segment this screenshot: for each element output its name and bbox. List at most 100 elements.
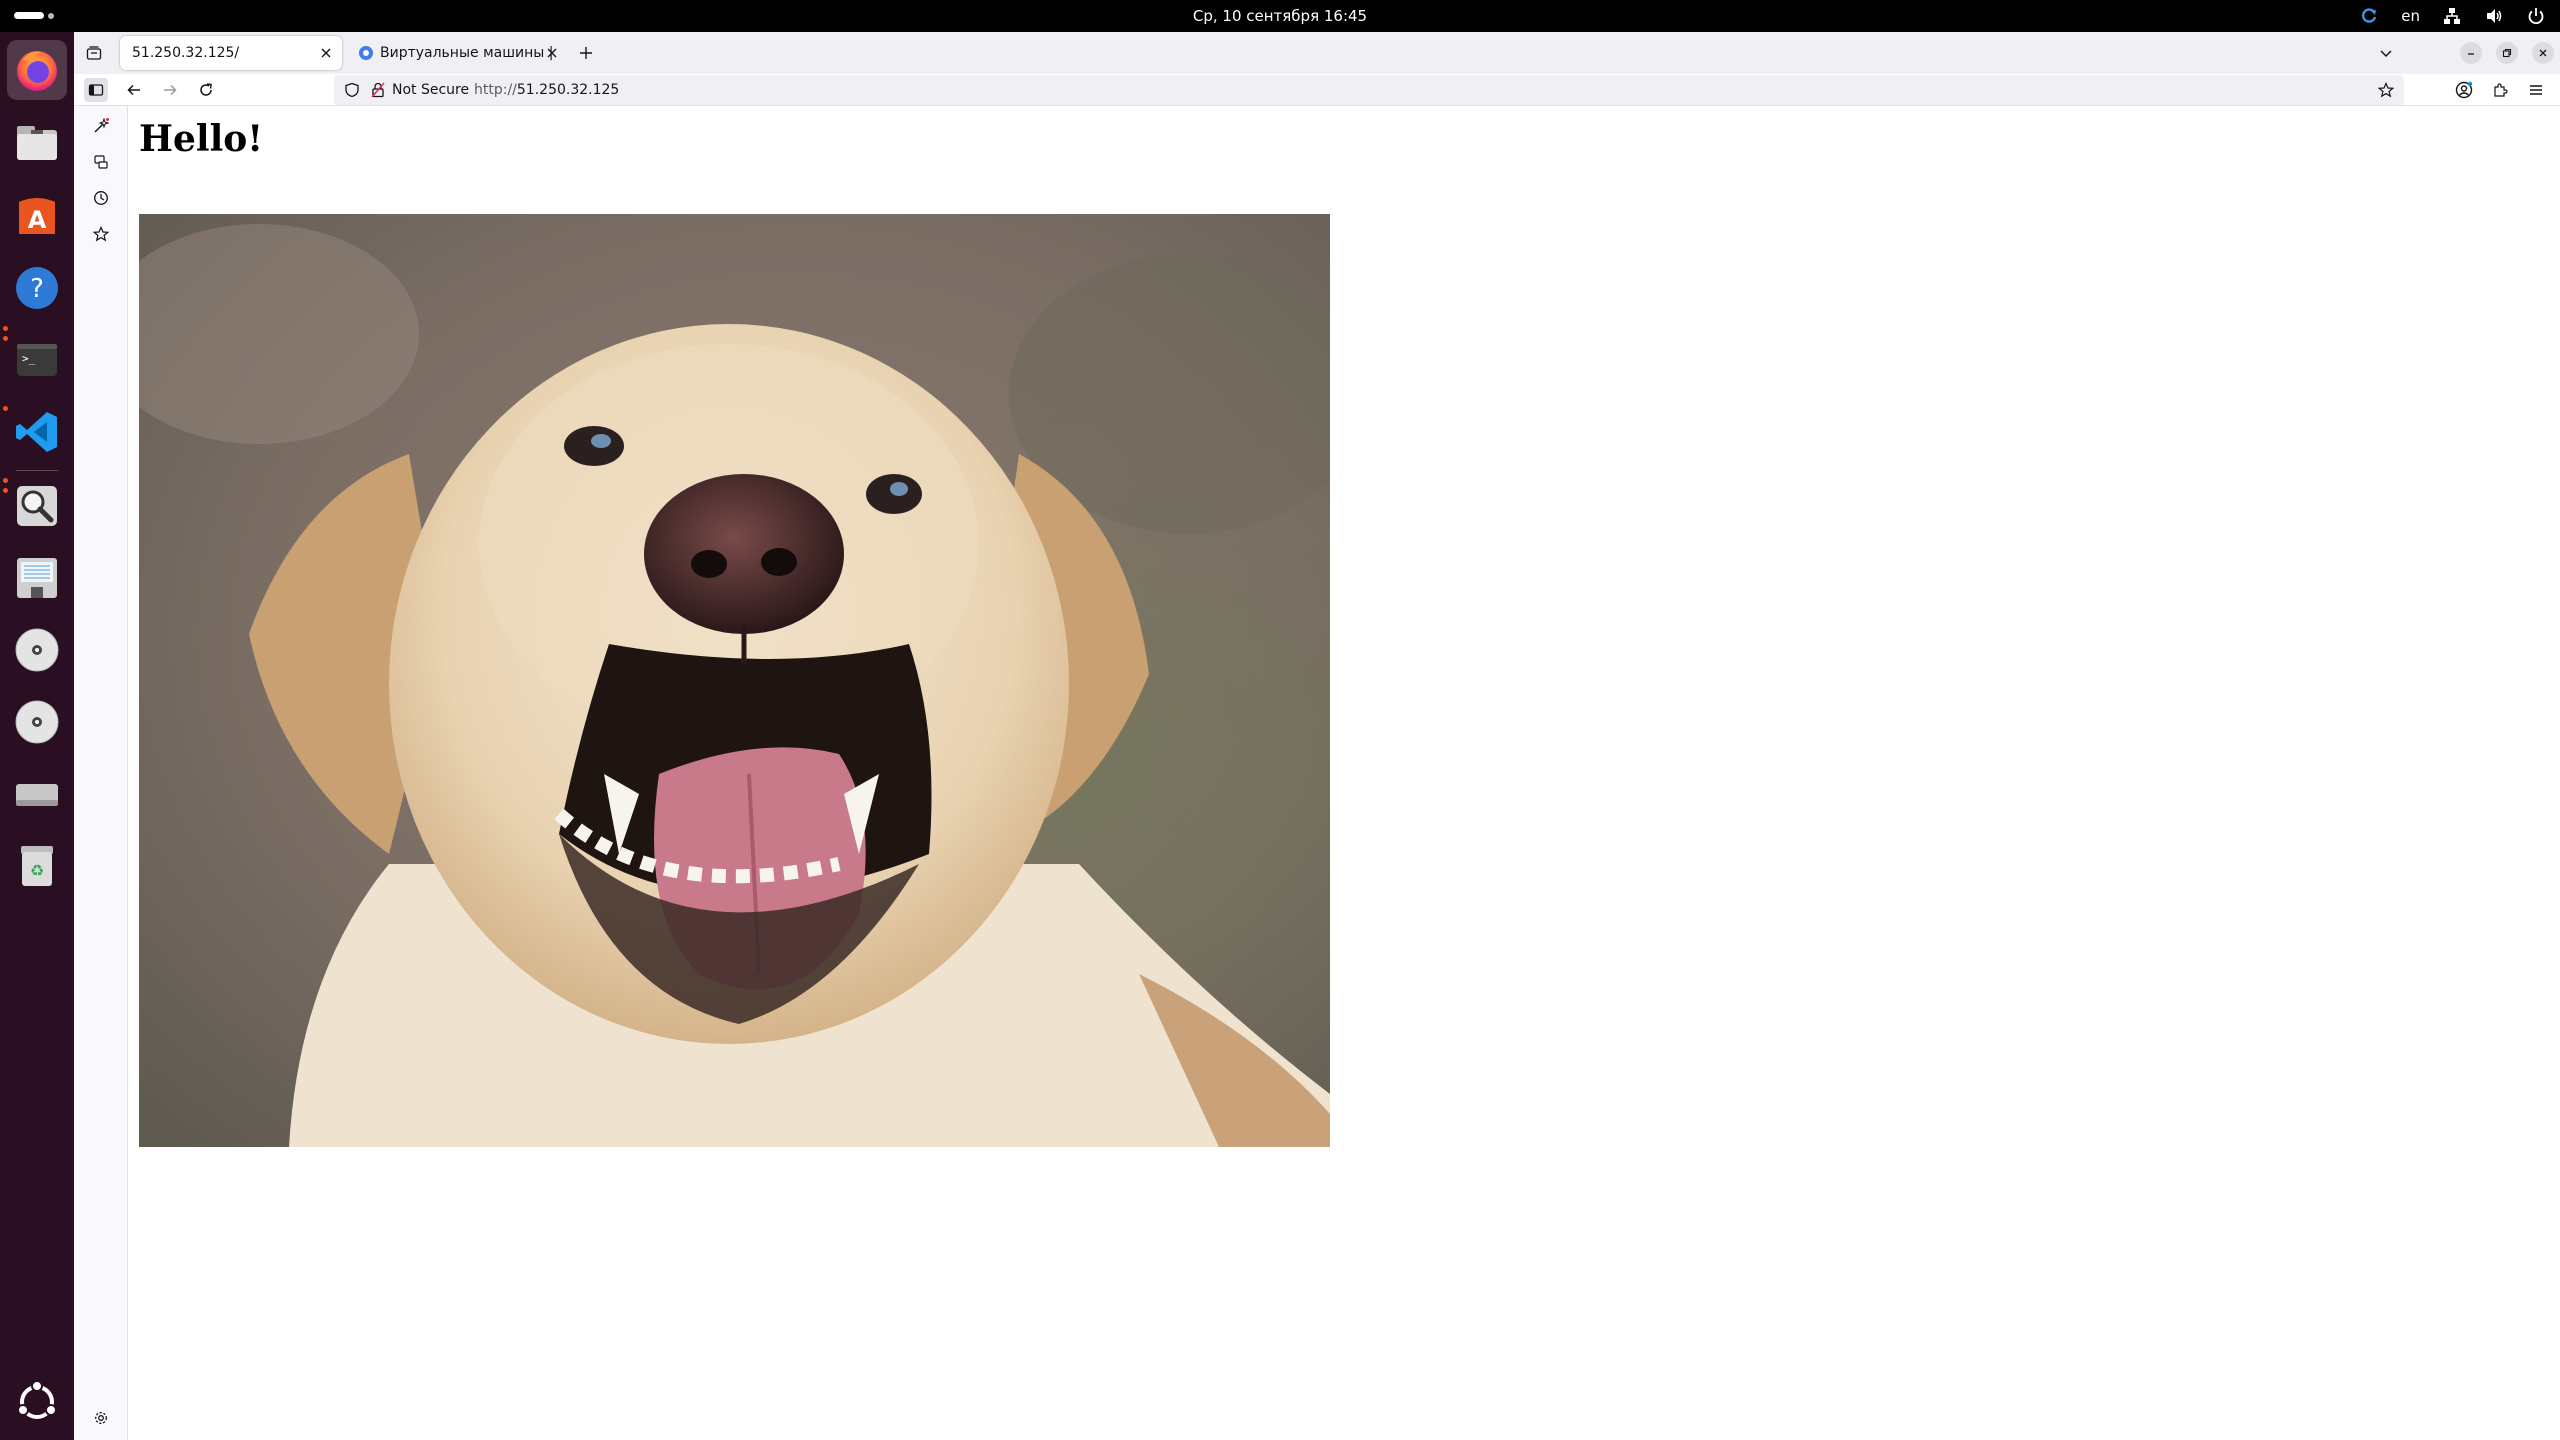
url-scheme: http:// bbox=[474, 82, 517, 98]
clock-icon bbox=[94, 191, 108, 205]
new-tab-button[interactable] bbox=[574, 41, 598, 65]
tab-close-button[interactable] bbox=[544, 45, 560, 61]
keyboard-layout[interactable]: en bbox=[2401, 7, 2420, 25]
account-button[interactable] bbox=[2452, 78, 2476, 102]
top-bar: Ср, 10 сентября 16:45 en bbox=[0, 0, 2560, 32]
volume-icon[interactable] bbox=[2484, 6, 2504, 26]
back-button[interactable] bbox=[122, 78, 146, 102]
app-menu-button[interactable] bbox=[2524, 78, 2548, 102]
minimize-icon bbox=[2468, 53, 2474, 55]
floppy-launcher[interactable] bbox=[7, 548, 67, 608]
svg-text:♻: ♻ bbox=[30, 861, 44, 880]
insecure-lock-icon[interactable] bbox=[370, 82, 386, 98]
chevron-down-icon bbox=[2380, 50, 2392, 58]
history-button[interactable] bbox=[89, 186, 113, 210]
dock: A ? >_ ♻ bbox=[0, 32, 74, 1440]
gear-icon bbox=[95, 1412, 107, 1424]
drive-launcher[interactable] bbox=[7, 764, 67, 824]
firefox-view-button[interactable] bbox=[82, 41, 106, 65]
optical-disc-icon bbox=[15, 628, 59, 672]
tab-2[interactable]: Виртуальные машины | bbox=[346, 36, 568, 70]
close-window-button[interactable] bbox=[2532, 42, 2554, 64]
browser-window: 51.250.32.125/ Виртуальные машины | Not … bbox=[74, 32, 2560, 1440]
account-icon bbox=[2455, 81, 2473, 99]
close-icon bbox=[547, 48, 557, 58]
optical-disc-launcher-2[interactable] bbox=[7, 692, 67, 752]
yandex-cloud-favicon-icon bbox=[359, 46, 373, 60]
sidebar-toggle-button[interactable] bbox=[84, 78, 108, 102]
sidebar-settings-button[interactable] bbox=[89, 1406, 113, 1430]
svg-text:?: ? bbox=[30, 274, 44, 304]
tab-strip: 51.250.32.125/ Виртуальные машины | bbox=[74, 32, 2560, 74]
bookmark-star-icon[interactable] bbox=[2378, 82, 2394, 98]
reload-button[interactable] bbox=[194, 78, 218, 102]
files-icon bbox=[17, 126, 57, 160]
clock[interactable]: Ср, 10 сентября 16:45 bbox=[0, 7, 2560, 25]
terminal-launcher[interactable]: >_ bbox=[7, 330, 67, 390]
firefox-launcher[interactable] bbox=[7, 40, 67, 100]
vscode-launcher[interactable] bbox=[7, 402, 67, 462]
tracking-protection-shield-icon[interactable] bbox=[344, 82, 360, 98]
dog-photo bbox=[139, 214, 1330, 1147]
page-content: Hello! bbox=[129, 106, 2560, 1440]
forward-button[interactable] bbox=[158, 78, 182, 102]
vscode-icon bbox=[16, 412, 57, 452]
app-center-launcher[interactable]: A bbox=[7, 186, 67, 246]
page-heading: Hello! bbox=[139, 118, 264, 160]
tab-1[interactable]: 51.250.32.125/ bbox=[120, 36, 342, 70]
help-icon: ? bbox=[16, 267, 58, 309]
svg-text:A: A bbox=[28, 206, 47, 234]
synced-tabs-icon bbox=[94, 155, 108, 169]
hamburger-menu-icon bbox=[2530, 85, 2542, 95]
url-text[interactable]: http://51.250.32.125 bbox=[474, 82, 619, 98]
dock-separator bbox=[16, 470, 58, 471]
terminal-icon: >_ bbox=[17, 344, 57, 376]
trash-icon: ♻ bbox=[21, 846, 53, 886]
magnifier-icon bbox=[17, 486, 57, 526]
optical-disc-launcher-1[interactable] bbox=[7, 620, 67, 680]
app-center-icon: A bbox=[19, 198, 55, 234]
not-secure-label[interactable]: Not Secure bbox=[392, 82, 469, 98]
close-icon bbox=[321, 48, 331, 58]
address-bar[interactable]: Not Secure http://51.250.32.125 bbox=[334, 75, 2404, 105]
plus-icon bbox=[580, 47, 592, 59]
firefox-icon bbox=[17, 51, 57, 91]
close-icon bbox=[2539, 49, 2547, 57]
running-indicator bbox=[3, 326, 8, 331]
tab-title: 51.250.32.125/ bbox=[132, 45, 240, 61]
sync-icon[interactable] bbox=[2359, 6, 2379, 26]
help-launcher[interactable]: ? bbox=[7, 258, 67, 318]
tab-title: Виртуальные машины | bbox=[380, 45, 554, 61]
optical-disc-icon bbox=[15, 700, 59, 744]
image-viewer-launcher[interactable] bbox=[7, 476, 67, 536]
restore-icon bbox=[2502, 48, 2512, 58]
firefox-view-icon bbox=[86, 46, 102, 60]
tab-close-button[interactable] bbox=[318, 45, 334, 61]
extensions-button[interactable] bbox=[2488, 78, 2512, 102]
trash-launcher[interactable]: ♻ bbox=[7, 836, 67, 896]
navigation-toolbar: Not Secure http://51.250.32.125 bbox=[74, 74, 2560, 106]
list-all-tabs-button[interactable] bbox=[2374, 41, 2398, 65]
floppy-icon bbox=[17, 558, 57, 598]
network-icon[interactable] bbox=[2442, 6, 2462, 26]
sidebar bbox=[74, 106, 128, 1440]
bookmarks-button[interactable] bbox=[89, 222, 113, 246]
synced-tabs-button[interactable] bbox=[89, 150, 113, 174]
sidebar-icon bbox=[88, 84, 104, 96]
reload-icon bbox=[200, 83, 212, 96]
ubuntu-logo-icon bbox=[17, 1380, 57, 1419]
files-launcher[interactable] bbox=[7, 114, 67, 174]
svg-text:>_: >_ bbox=[22, 352, 36, 365]
ai-chatbot-button[interactable] bbox=[89, 114, 113, 138]
arrow-left-icon bbox=[127, 84, 140, 96]
drive-icon bbox=[16, 784, 58, 806]
star-icon bbox=[93, 226, 109, 242]
labrador-image bbox=[139, 214, 1330, 1147]
arrow-right-icon bbox=[164, 84, 177, 96]
power-icon[interactable] bbox=[2526, 6, 2546, 26]
minimize-button[interactable] bbox=[2460, 42, 2482, 64]
show-apps-button[interactable] bbox=[7, 1372, 67, 1432]
sparkle-wand-icon bbox=[94, 118, 109, 133]
restore-button[interactable] bbox=[2496, 42, 2518, 64]
system-tray[interactable]: en bbox=[2359, 5, 2546, 27]
